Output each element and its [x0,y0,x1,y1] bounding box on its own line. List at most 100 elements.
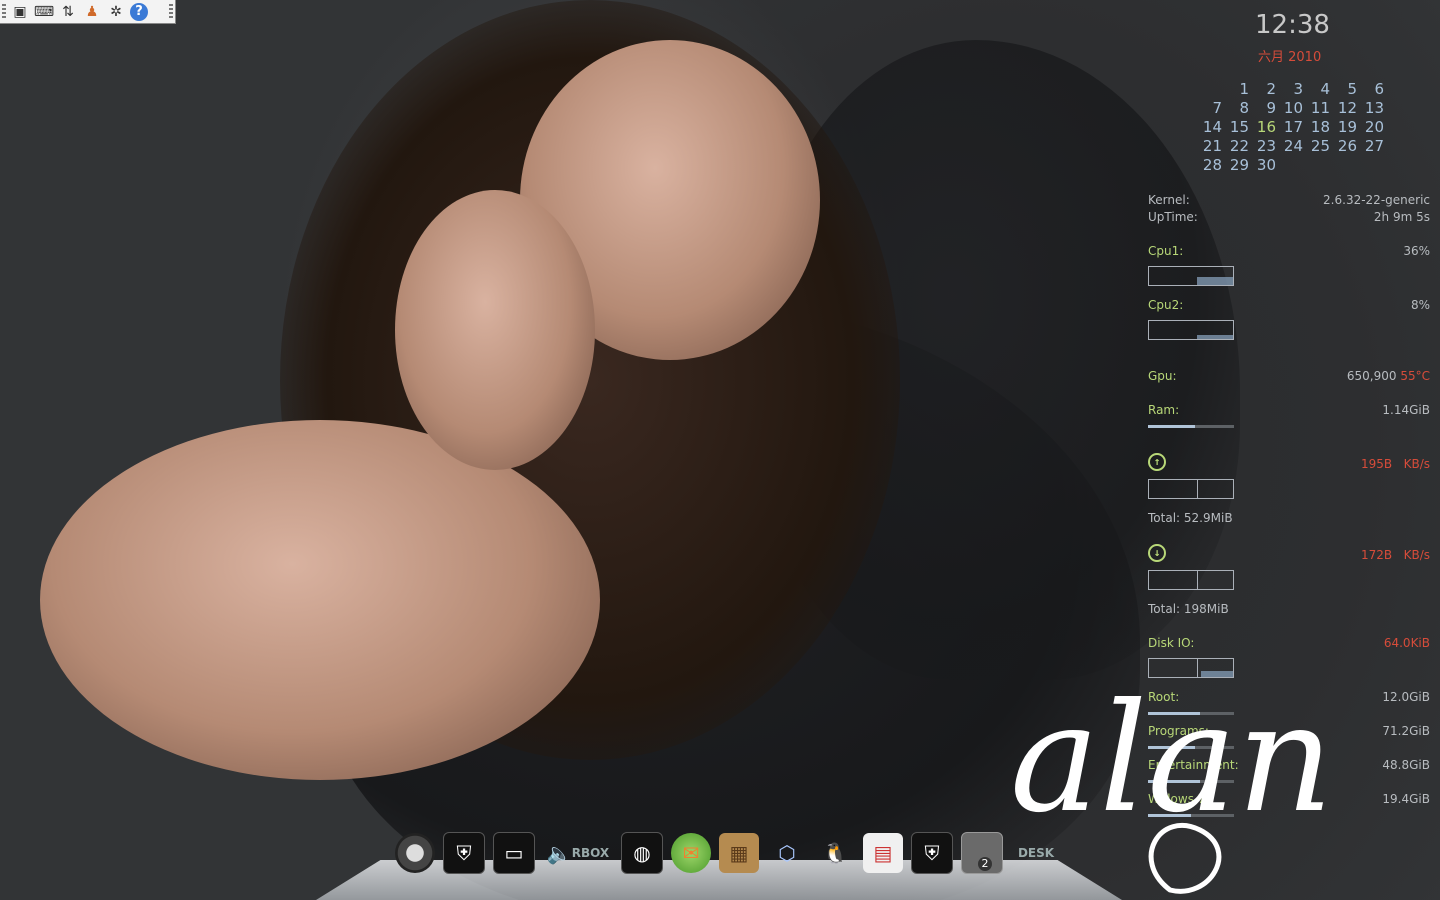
download-graph [1148,570,1234,590]
cpu1-value: 36% [1403,244,1430,258]
calendar-day [1330,156,1357,175]
gpu-label: Gpu: [1148,369,1177,383]
network-transfer-icon[interactable]: ⇅ [58,2,78,22]
calendar-day: 5 [1347,80,1357,98]
calendar-day: 9 [1266,99,1276,117]
help-icon[interactable]: ? [130,2,148,21]
cpu1-label: Cpu1: [1148,244,1184,258]
calendar-day-today: 16 [1256,118,1276,136]
upload-graph [1148,479,1234,499]
dock-item-system[interactable] [395,832,435,873]
upload-rate: 195B [1361,457,1393,471]
dock-label-desk: DESK [1017,845,1055,860]
gpu-value: 650,900 [1346,369,1397,383]
grip-handle-right-icon[interactable] [169,4,173,20]
dock-item-shield2[interactable]: ⛨ [911,831,953,874]
download-total-group: Total: 198MiB [1148,602,1229,616]
calendar-day: 7 [1212,99,1222,117]
clock: 12:38 [1255,10,1330,40]
calendar-day [1357,156,1384,175]
calendar-day: 3 [1293,80,1303,98]
calendar-day: 22 [1229,137,1249,155]
dock-item-window[interactable]: ▭ [493,831,535,874]
calendar-day: 4 [1320,80,1330,98]
calendar-day: 26 [1337,137,1357,155]
dock: ⛨ ▭ 🔈 RBOX ◍ ✉ ▦ ⬡ 🐧 ▤ ⛨ 2 DESK [395,830,1061,875]
dock-label-rbox: RBOX [571,845,610,860]
calendar-day: 28 [1202,156,1222,174]
keypad-icon[interactable]: ▣ [10,2,30,22]
system-gear-icon[interactable]: ✲ [106,2,126,22]
upload-total-group: Total: 52.9MiB [1148,511,1233,525]
download-rate-group: 172B KB/s [1361,548,1430,562]
dock-item-messenger[interactable]: ✉ [671,832,711,873]
calendar-day [1303,156,1330,175]
gpu-value-group: 650,900 55°C [1347,369,1430,383]
calendar-day: 10 [1283,99,1303,117]
download-arrow-icon: ↓ [1148,544,1166,562]
dock-item-shield[interactable]: ⛨ [443,831,485,874]
cpu1-graph [1148,266,1234,286]
calendar-day: 15 [1229,118,1249,136]
calendar-day: 14 [1202,118,1222,136]
calendar-day: 20 [1364,118,1384,136]
dock-item-virtualbox[interactable]: ⬡ [767,833,807,873]
signature-text: alan [1010,672,1333,846]
keyboard-icon[interactable]: ⌨ [34,2,54,22]
calendar-day: 29 [1229,156,1249,174]
calendar-row: 14 15 16 17 18 19 20 [1195,118,1384,137]
upload-total-label: Total: [1148,511,1181,525]
upload-rate-group: 195B KB/s [1361,457,1430,471]
calendar-day: 30 [1256,156,1276,174]
kernel-value: 2.6.32-22-generic [1323,193,1430,207]
upload-arrow-icon: ↑ [1148,453,1166,471]
calendar-day [1276,156,1303,175]
desktop-count-badge: 2 [978,856,992,871]
desktop: ▣ ⌨ ⇅ ♟ ✲ ? 12:38 六月 2010 1 2 3 4 5 6 7 8 9 10 11 1… [0,0,1440,900]
calendar-row: 21 22 23 24 25 26 27 [1195,137,1384,156]
calendar-day: 11 [1310,99,1330,117]
ram-label: Ram: [1148,403,1180,417]
calendar-day: 1 [1239,80,1249,98]
cpu2-graph [1148,320,1234,340]
calendar: 1 2 3 4 5 6 7 8 9 10 11 12 13 14 15 16 17 18 19 20 21 22 23 24 2… [1195,80,1384,175]
gpu-temp: 55°C [1400,369,1430,383]
calendar-day: 17 [1283,118,1303,136]
download-total-label: Total: [1148,602,1181,616]
calendar-day: 12 [1337,99,1357,117]
calendar-day: 18 [1310,118,1330,136]
cpu2-label: Cpu2: [1148,298,1184,312]
dock-item-calendar[interactable]: ▤ [863,832,903,873]
signature-alan: alan [1010,672,1333,894]
calendar-day: 19 [1337,118,1357,136]
dock-item-volume[interactable]: 🔈 RBOX [543,833,613,873]
upload-unit: KB/s [1403,457,1430,471]
calendar-day: 24 [1283,137,1303,155]
download-unit: KB/s [1403,548,1430,562]
disk-io-label: Disk IO: [1148,636,1195,650]
disk-io-value: 64.0KiB [1383,636,1430,650]
calendar-row: 28 29 30 [1195,156,1384,175]
calendar-day [1195,80,1222,99]
cpu2-value: 8% [1410,298,1430,312]
dock-item-browser[interactable]: ◍ [621,831,663,874]
calendar-day: 8 [1239,99,1249,117]
dock-item-desk[interactable]: DESK [1011,833,1061,873]
month-year: 六月 2010 [1258,50,1322,65]
dock-item-qq[interactable]: 🐧 [815,833,855,873]
dock-item-desktop[interactable]: 2 [961,831,1003,874]
calendar-day: 21 [1202,137,1222,155]
grip-handle-icon[interactable] [2,4,6,20]
upload-total: 52.9MiB [1183,511,1233,525]
download-rate: 172B [1361,548,1393,562]
calendar-day: 6 [1374,80,1384,98]
ram-bar [1148,425,1234,428]
kernel-label: Kernel: [1148,193,1190,207]
dock-item-package[interactable]: ▦ [719,832,759,873]
calendar-day: 25 [1310,137,1330,155]
calendar-day: 13 [1364,99,1384,117]
calendar-day: 23 [1256,137,1276,155]
calendar-row: 123456 [1195,80,1384,99]
top-panel: ▣ ⌨ ⇅ ♟ ✲ ? [0,0,176,24]
user-icon[interactable]: ♟ [82,2,102,22]
